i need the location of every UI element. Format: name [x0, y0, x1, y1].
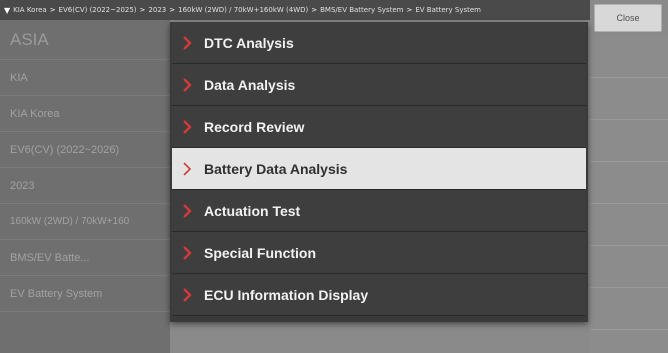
menu-item-ecu-information-display[interactable]: ECU Information Display: [172, 274, 586, 316]
chevron-right-icon: [172, 161, 202, 177]
menu-item-dtc-analysis[interactable]: DTC Analysis: [172, 22, 586, 64]
chevron-right-icon: [172, 77, 202, 93]
chevron-right-icon: [172, 119, 202, 135]
breadcrumb-item[interactable]: BMS/EV Battery System: [320, 6, 403, 14]
background-row: [590, 120, 668, 162]
breadcrumb-item[interactable]: 2023: [148, 6, 166, 14]
menu-item-label: Battery Data Analysis: [204, 160, 348, 177]
list-item-year[interactable]: 2023: [0, 168, 170, 204]
background-panel: [590, 36, 668, 353]
list-item-system[interactable]: BMS/EV Batte...: [0, 240, 170, 276]
breadcrumb-item[interactable]: KIA Korea: [13, 6, 47, 14]
background-row: [590, 204, 668, 246]
close-button[interactable]: Close: [594, 4, 662, 32]
breadcrumb-item[interactable]: EV Battery System: [415, 6, 481, 14]
background-row: [590, 162, 668, 204]
menu-item-label: Actuation Test: [204, 202, 301, 219]
menu-item-record-review[interactable]: Record Review: [172, 106, 586, 148]
menu-item-label: Data Analysis: [204, 76, 296, 93]
list-item-motor[interactable]: 160kW (2WD) / 70kW+160: [0, 204, 170, 240]
breadcrumb-separator-icon: >: [139, 6, 146, 14]
breadcrumb-item[interactable]: EV6(CV) (2022~2025): [59, 6, 137, 14]
chevron-right-icon: [172, 245, 202, 261]
chevron-right-icon: [172, 203, 202, 219]
list-item-brand[interactable]: KIA: [0, 60, 170, 96]
background-row: [590, 78, 668, 120]
menu-item-label: DTC Analysis: [204, 34, 294, 51]
menu-item-data-analysis[interactable]: Data Analysis: [172, 64, 586, 106]
breadcrumb-separator-icon: >: [406, 6, 413, 14]
breadcrumb-separator-icon: >: [311, 6, 318, 14]
chevron-right-icon: [172, 35, 202, 51]
list-item-region[interactable]: ASIA: [0, 20, 170, 60]
list-item-model[interactable]: EV6(CV) (2022~2026): [0, 132, 170, 168]
menu-item-actuation-test[interactable]: Actuation Test: [172, 190, 586, 232]
breadcrumb-separator-icon: >: [49, 6, 56, 14]
chevron-right-icon: [172, 287, 202, 303]
menu-item-label: ECU Information Display: [204, 286, 369, 303]
breadcrumb-separator-icon: >: [169, 6, 176, 14]
function-menu: DTC Analysis Data Analysis Record Review…: [170, 22, 588, 322]
vehicle-path-list: ASIA KIA KIA Korea EV6(CV) (2022~2026) 2…: [0, 20, 170, 353]
location-pin-icon: ▼: [4, 5, 11, 15]
breadcrumb: ▼ KIA Korea > EV6(CV) (2022~2025) > 2023…: [0, 0, 590, 20]
list-item-module[interactable]: EV Battery System: [0, 276, 170, 312]
background-row: [590, 246, 668, 288]
menu-item-label: Record Review: [204, 118, 305, 135]
background-row: [590, 288, 668, 330]
menu-item-special-function[interactable]: Special Function: [172, 232, 586, 274]
list-item-market[interactable]: KIA Korea: [0, 96, 170, 132]
menu-item-label: Special Function: [204, 244, 317, 261]
breadcrumb-item[interactable]: 160kW (2WD) / 70kW+160kW (4WD): [178, 6, 308, 14]
background-row: [590, 36, 668, 78]
menu-item-battery-data-analysis[interactable]: Battery Data Analysis: [172, 148, 586, 190]
